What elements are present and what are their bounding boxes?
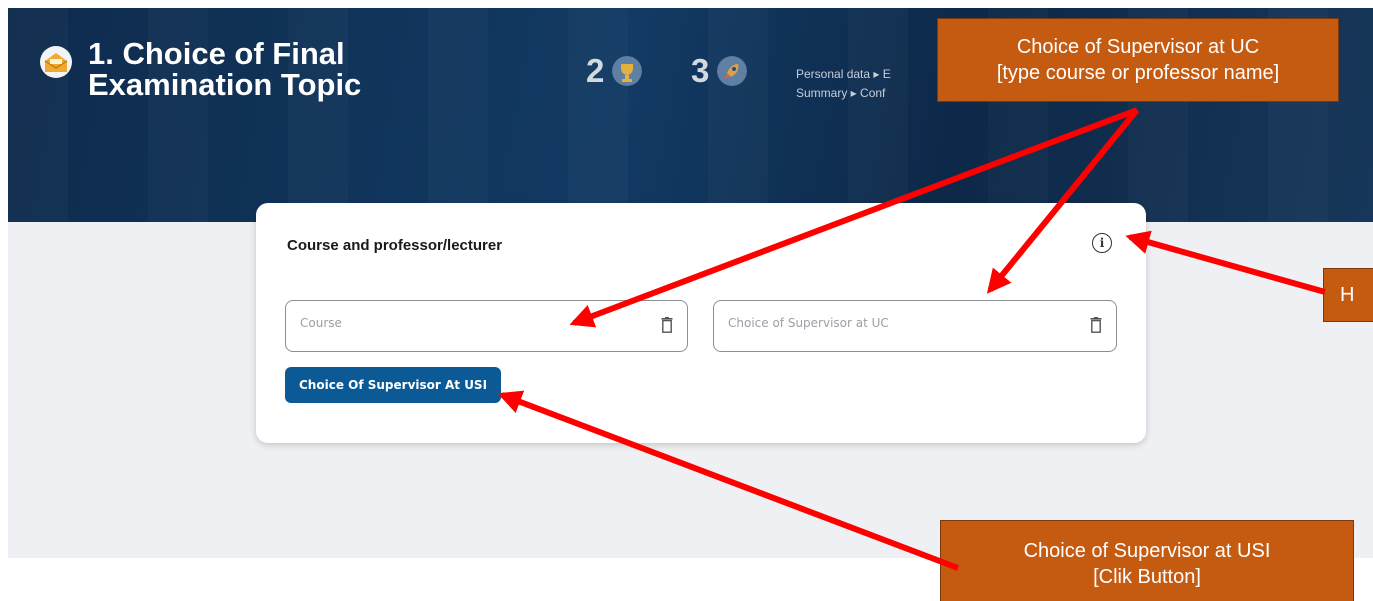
callout-help: H [1323,268,1373,322]
choice-supervisor-usi-button[interactable]: Choice Of Supervisor At USI [285,367,502,403]
card-title: Course and professor/lecturer [287,237,503,254]
trash-icon[interactable] [661,317,673,333]
course-field[interactable] [285,300,688,352]
envelope-icon [40,46,72,78]
callout-text: [type course or professor name] [996,62,1280,84]
trophy-icon [612,56,643,86]
callout-text: [Clik Button] [1093,566,1201,588]
callout-text: H [1340,284,1355,306]
breadcrumb: Personal data ▸ E Summary ▸ Conf [796,65,936,103]
callout-supervisor-uc: Choice of Supervisor at UC [type course … [937,18,1339,102]
callout-text: Choice of Supervisor at USI [1023,540,1271,562]
supervisor-uc-field[interactable] [713,300,1117,352]
step-number: 2 [586,52,605,89]
step-2[interactable]: 2 [586,52,643,90]
course-input[interactable] [300,316,630,330]
step-3[interactable]: 3 [691,52,748,90]
page-title: 1. Choice of Final Examination Topic [88,36,362,102]
callout-text: Choice of Supervisor at UC [1016,36,1260,58]
breadcrumb-line: Personal data ▸ E [796,67,891,81]
breadcrumb-line: Summary ▸ Conf [796,86,886,100]
rocket-icon [717,56,748,86]
supervisor-uc-input[interactable] [728,316,1058,330]
step-number: 3 [691,52,710,89]
info-icon[interactable]: i [1092,233,1112,253]
callout-supervisor-usi: Choice of Supervisor at USI [Clik Button… [940,520,1354,601]
course-professor-card: Course and professor/lecturer i Choice O… [256,203,1146,443]
trash-icon[interactable] [1090,317,1102,333]
